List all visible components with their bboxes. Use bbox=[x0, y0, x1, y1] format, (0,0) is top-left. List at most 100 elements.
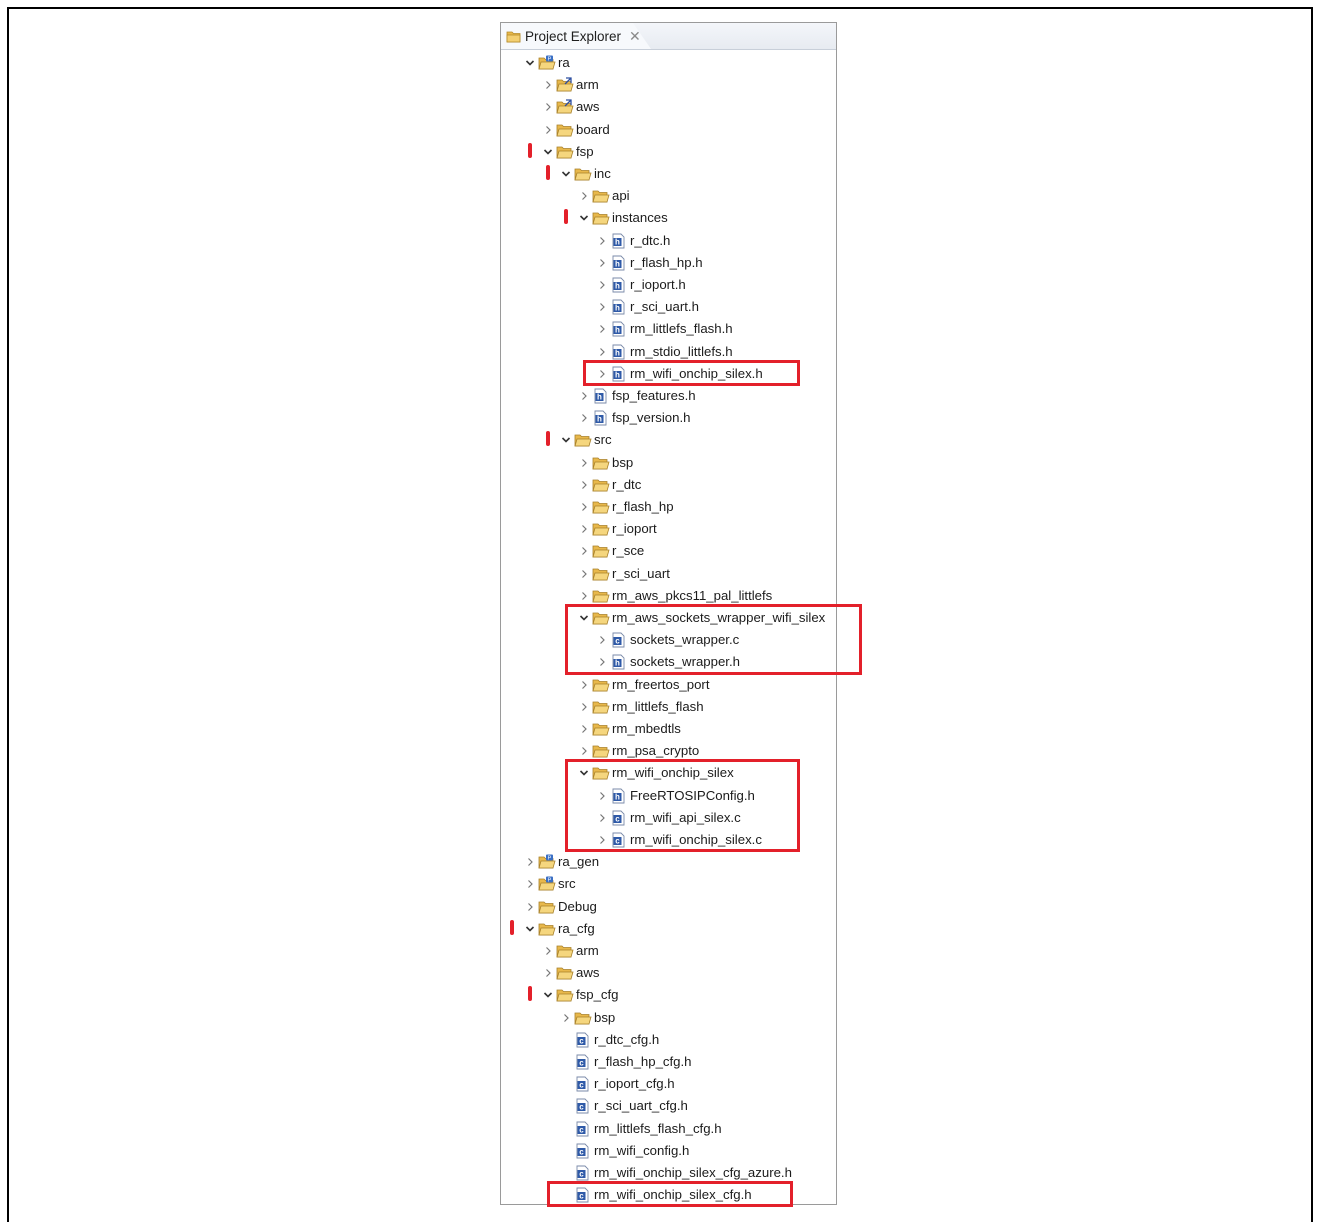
tree-item[interactable]: r_sce bbox=[501, 540, 836, 562]
tree-item[interactable]: c rm_wifi_onchip_silex_cfg.h bbox=[501, 1184, 836, 1204]
tree-item[interactable]: Pra_gen bbox=[501, 851, 836, 873]
chevron-right-icon[interactable] bbox=[579, 678, 589, 692]
tree-item[interactable]: aws bbox=[501, 962, 836, 984]
tree-item[interactable]: c rm_wifi_onchip_silex.c bbox=[501, 829, 836, 851]
chevron-right-icon[interactable] bbox=[543, 78, 553, 92]
chevron-right-icon[interactable] bbox=[597, 833, 607, 847]
chevron-right-icon[interactable] bbox=[579, 456, 589, 470]
chevron-right-icon[interactable] bbox=[597, 322, 607, 336]
chevron-down-icon[interactable] bbox=[561, 167, 571, 181]
chevron-right-icon[interactable] bbox=[543, 944, 553, 958]
tree-item[interactable]: h FreeRTOSIPConfig.h bbox=[501, 785, 836, 807]
chevron-down-icon[interactable] bbox=[579, 211, 589, 225]
chevron-right-icon[interactable] bbox=[579, 722, 589, 736]
tree-item[interactable]: aws bbox=[501, 96, 836, 118]
chevron-down-icon[interactable] bbox=[525, 56, 535, 70]
tree-item[interactable]: h rm_wifi_onchip_silex.h bbox=[501, 363, 836, 385]
chevron-right-icon[interactable] bbox=[543, 100, 553, 114]
chevron-right-icon[interactable] bbox=[579, 411, 589, 425]
chevron-right-icon[interactable] bbox=[561, 1011, 571, 1025]
svg-text:c: c bbox=[615, 637, 620, 646]
tree-item[interactable]: board bbox=[501, 119, 836, 141]
chevron-right-icon[interactable] bbox=[597, 278, 607, 292]
tree-item[interactable]: rm_psa_crypto bbox=[501, 740, 836, 762]
chevron-right-icon[interactable] bbox=[597, 655, 607, 669]
chevron-right-icon[interactable] bbox=[597, 300, 607, 314]
chevron-right-icon[interactable] bbox=[525, 900, 535, 914]
chevron-right-icon[interactable] bbox=[579, 744, 589, 758]
svg-text:P: P bbox=[548, 856, 552, 862]
chevron-right-icon[interactable] bbox=[525, 877, 535, 891]
tree-item[interactable]: ra_cfg bbox=[501, 918, 836, 940]
chevron-right-icon[interactable] bbox=[579, 589, 589, 603]
chevron-right-icon[interactable] bbox=[579, 700, 589, 714]
tree-item[interactable]: Psrc bbox=[501, 873, 836, 895]
tree-item[interactable]: inc bbox=[501, 163, 836, 185]
chevron-right-icon[interactable] bbox=[579, 567, 589, 581]
chevron-right-icon[interactable] bbox=[597, 811, 607, 825]
tree-item[interactable]: bsp bbox=[501, 452, 836, 474]
chevron-down-icon[interactable] bbox=[525, 922, 535, 936]
tree-item[interactable]: h sockets_wrapper.h bbox=[501, 651, 836, 673]
tree-item[interactable]: Pra bbox=[501, 52, 836, 74]
chevron-down-icon[interactable] bbox=[579, 766, 589, 780]
tree-item[interactable]: rm_wifi_onchip_silex bbox=[501, 762, 836, 784]
tree-item[interactable]: h r_ioport.h bbox=[501, 274, 836, 296]
tree-item[interactable]: r_dtc bbox=[501, 474, 836, 496]
chevron-right-icon[interactable] bbox=[579, 522, 589, 536]
tree-item[interactable]: instances bbox=[501, 207, 836, 229]
chevron-right-icon[interactable] bbox=[579, 189, 589, 203]
tree-item[interactable]: rm_aws_pkcs11_pal_littlefs bbox=[501, 585, 836, 607]
tree-item[interactable]: c rm_wifi_api_silex.c bbox=[501, 807, 836, 829]
chevron-right-icon[interactable] bbox=[579, 478, 589, 492]
chevron-down-icon[interactable] bbox=[561, 433, 571, 447]
tree-item[interactable]: fsp bbox=[501, 141, 836, 163]
tree-item[interactable]: rm_mbedtls bbox=[501, 718, 836, 740]
tree-item[interactable]: r_sci_uart bbox=[501, 563, 836, 585]
tree-item[interactable]: arm bbox=[501, 74, 836, 96]
tree-item[interactable]: c rm_littlefs_flash_cfg.h bbox=[501, 1118, 836, 1140]
tree-item[interactable]: c r_ioport_cfg.h bbox=[501, 1073, 836, 1095]
chevron-right-icon[interactable] bbox=[597, 789, 607, 803]
chevron-right-icon[interactable] bbox=[525, 855, 535, 869]
chevron-right-icon[interactable] bbox=[543, 966, 553, 980]
tree-item[interactable]: h r_sci_uart.h bbox=[501, 296, 836, 318]
chevron-right-icon[interactable] bbox=[597, 256, 607, 270]
tree-item[interactable]: h fsp_features.h bbox=[501, 385, 836, 407]
tree-item[interactable]: api bbox=[501, 185, 836, 207]
tree-item[interactable]: c r_flash_hp_cfg.h bbox=[501, 1051, 836, 1073]
tree-item[interactable]: h rm_stdio_littlefs.h bbox=[501, 341, 836, 363]
chevron-right-icon[interactable] bbox=[597, 367, 607, 381]
tree-item[interactable]: c r_sci_uart_cfg.h bbox=[501, 1095, 836, 1117]
tree-item[interactable]: r_flash_hp bbox=[501, 496, 836, 518]
tree-item[interactable]: Debug bbox=[501, 896, 836, 918]
tree-item[interactable]: h rm_littlefs_flash.h bbox=[501, 318, 836, 340]
chevron-down-icon[interactable] bbox=[543, 988, 553, 1002]
chevron-right-icon[interactable] bbox=[597, 345, 607, 359]
chevron-down-icon[interactable] bbox=[543, 145, 553, 159]
chevron-right-icon[interactable] bbox=[597, 234, 607, 248]
tree-item[interactable]: h fsp_version.h bbox=[501, 407, 836, 429]
tree-item[interactable]: h r_dtc.h bbox=[501, 230, 836, 252]
tree-item[interactable]: c rm_wifi_onchip_silex_cfg_azure.h bbox=[501, 1162, 836, 1184]
chevron-right-icon[interactable] bbox=[597, 633, 607, 647]
tree-item[interactable]: fsp_cfg bbox=[501, 984, 836, 1006]
chevron-down-icon[interactable] bbox=[579, 611, 589, 625]
tree-item[interactable]: bsp bbox=[501, 1007, 836, 1029]
tree-item[interactable]: rm_aws_sockets_wrapper_wifi_silex bbox=[501, 607, 836, 629]
tree-item[interactable]: src bbox=[501, 429, 836, 451]
tree-item-label: inc bbox=[594, 166, 611, 181]
tree-item-label: src bbox=[594, 432, 612, 448]
tree-item[interactable]: c r_dtc_cfg.h bbox=[501, 1029, 836, 1051]
chevron-right-icon[interactable] bbox=[543, 123, 553, 137]
chevron-right-icon[interactable] bbox=[579, 500, 589, 514]
tree-item[interactable]: rm_littlefs_flash bbox=[501, 696, 836, 718]
tree-item[interactable]: c rm_wifi_config.h bbox=[501, 1140, 836, 1162]
tree-item[interactable]: h r_flash_hp.h bbox=[501, 252, 836, 274]
chevron-right-icon[interactable] bbox=[579, 544, 589, 558]
tree-item[interactable]: c sockets_wrapper.c bbox=[501, 629, 836, 651]
tree-item[interactable]: arm bbox=[501, 940, 836, 962]
tree-item[interactable]: rm_freertos_port bbox=[501, 674, 836, 696]
tree-item[interactable]: r_ioport bbox=[501, 518, 836, 540]
chevron-right-icon[interactable] bbox=[579, 389, 589, 403]
